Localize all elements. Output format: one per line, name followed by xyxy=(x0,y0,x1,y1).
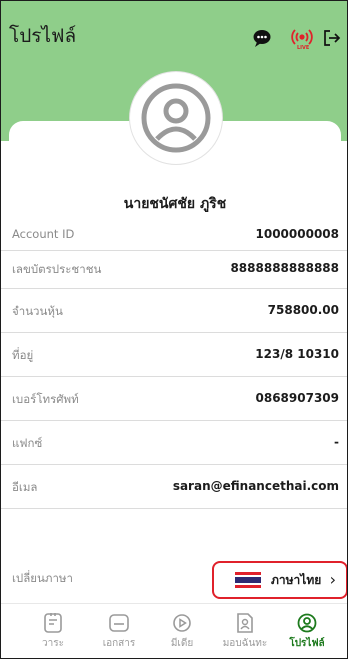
logout-icon[interactable] xyxy=(321,27,343,49)
nav-label: มีเดีย xyxy=(170,638,194,649)
field-email: อีเมล saran@efinancethai.com xyxy=(1,465,347,509)
nav-item-media[interactable]: มีเดีย xyxy=(152,610,212,656)
document-icon xyxy=(89,610,149,636)
field-value: 0868907309 xyxy=(255,391,340,405)
live-badge: LIVE xyxy=(297,45,310,51)
avatar xyxy=(129,71,223,165)
live-broadcast-icon[interactable]: LIVE xyxy=(289,25,315,51)
field-label: แฟกซ์ xyxy=(12,436,43,450)
page-title: โปรไฟล์ xyxy=(9,25,77,47)
field-label: เลขบัตรประชาชน xyxy=(12,262,102,276)
nav-item-documents[interactable]: เอกสาร xyxy=(89,610,149,656)
nav-label: วาระ xyxy=(42,638,64,649)
field-account-id: Account ID 1000000008 xyxy=(1,219,347,251)
field-value: 123/8 10310 xyxy=(255,347,339,361)
bottom-nav: วาระ เอกสาร มีเดีย มอบฉันทะ โปรไฟล์ xyxy=(1,603,347,658)
language-row: เปลี่ยนภาษา ภาษาไทย › xyxy=(1,557,347,602)
language-current: ภาษาไทย xyxy=(271,572,322,587)
field-shares: จำนวนหุ้น 758800.00 xyxy=(1,289,347,333)
field-fax: แฟกซ์ - xyxy=(1,421,347,465)
nav-label: โปรไฟล์ xyxy=(289,638,325,649)
field-value: 8888888888888 xyxy=(230,261,339,275)
field-value: 758800.00 xyxy=(267,303,339,317)
nav-item-agenda[interactable]: วาระ xyxy=(23,610,83,656)
app-frame: โปรไฟล์ LIVE นายชนัศชัย ภูริช Account ID… xyxy=(0,0,348,659)
field-value: 1000000008 xyxy=(255,227,340,241)
chevron-right-icon: › xyxy=(329,570,336,589)
profile-fields: Account ID 1000000008 เลขบัตรประชาชน 888… xyxy=(1,219,347,509)
nav-item-profile[interactable]: โปรไฟล์ xyxy=(277,610,337,656)
language-selector-button[interactable]: ภาษาไทย › xyxy=(212,561,347,599)
field-label: ที่อยู่ xyxy=(12,348,34,362)
user-avatar-icon xyxy=(141,83,211,153)
profile-icon xyxy=(277,610,337,636)
profile-name: นายชนัศชัย ภูริช xyxy=(123,196,227,212)
field-label: จำนวนหุ้น xyxy=(12,304,63,318)
language-label: เปลี่ยนภาษา xyxy=(12,571,73,585)
media-play-icon xyxy=(152,610,212,636)
field-label: เบอร์โทรศัพท์ xyxy=(12,392,79,406)
field-address: ที่อยู่ 123/8 10310 xyxy=(1,333,347,377)
field-value: saran@efinancethai.com xyxy=(172,479,339,493)
field-value: - xyxy=(334,435,339,449)
field-phone: เบอร์โทรศัพท์ 0868907309 xyxy=(1,377,347,421)
field-label: Account ID xyxy=(12,227,75,241)
proxy-icon xyxy=(215,610,275,636)
field-label: อีเมล xyxy=(12,480,38,494)
nav-item-proxy[interactable]: มอบฉันทะ xyxy=(215,610,275,656)
field-id-card: เลขบัตรประชาชน 8888888888888 xyxy=(1,251,347,289)
nav-label: เอกสาร xyxy=(102,638,136,649)
nav-label: มอบฉันทะ xyxy=(222,638,268,649)
thai-flag-icon xyxy=(235,572,261,588)
chat-bubble-icon[interactable] xyxy=(251,27,273,49)
agenda-icon xyxy=(23,610,83,636)
